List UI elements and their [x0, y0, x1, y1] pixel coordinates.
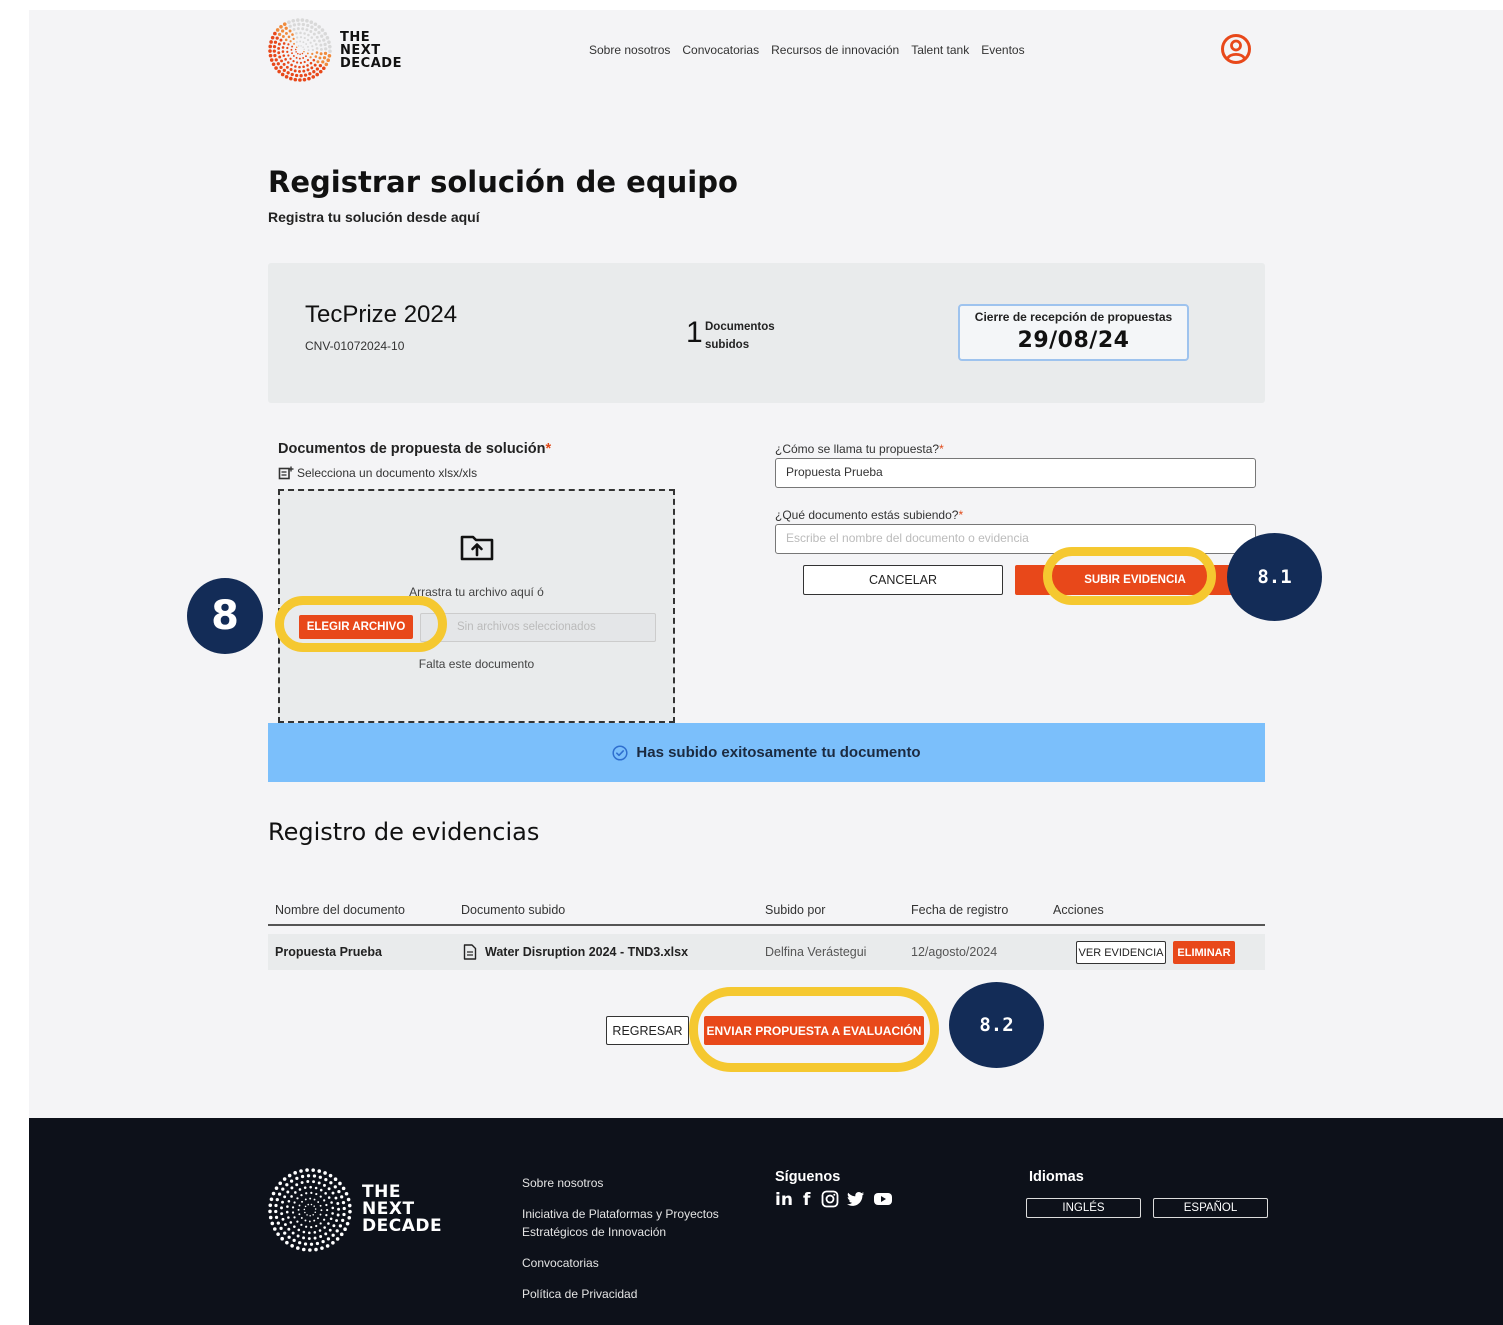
- add-document-icon: [278, 466, 294, 480]
- user-profile-icon[interactable]: [1220, 33, 1252, 65]
- footer-link-about[interactable]: Sobre nosotros: [522, 1174, 603, 1192]
- footer-languages-title: Idiomas: [1029, 1169, 1084, 1185]
- twitter-icon[interactable]: [847, 1191, 865, 1207]
- convocatoria-summary-card: TecPrize 2024 CNV-01072024-10 1 Document…: [268, 263, 1265, 403]
- footer-logo-decade: DECADE: [362, 1216, 443, 1236]
- cancel-button[interactable]: CANCELAR: [803, 565, 1003, 595]
- footer-link-initiative-2[interactable]: Estratégicos de Innovación: [522, 1223, 666, 1241]
- nav-eventos[interactable]: Eventos: [981, 43, 1024, 57]
- required-mark: *: [958, 508, 964, 522]
- row-date: 12/agosto/2024: [911, 945, 998, 959]
- footer-link-initiative-1[interactable]: Iniciativa de Plataformas y Proyectos: [522, 1205, 719, 1223]
- footer-logo-text[interactable]: THE NEXT DECADE: [362, 1184, 442, 1235]
- document-name-label-text: ¿Qué documento estás subiendo?: [775, 508, 959, 522]
- upload-hint: Selecciona un documento xlsx/xls: [278, 466, 477, 480]
- selected-file-status: Sin archivos seleccionados: [420, 613, 656, 642]
- documents-count: 1: [686, 316, 703, 349]
- proposal-name-label: ¿Cómo se llama tu propuesta?*: [775, 442, 944, 456]
- step-badge-8: 8: [187, 578, 263, 654]
- row-uploaded-by: Delfina Verástegui: [765, 945, 867, 959]
- success-message: Has subido exitosamente tu documento: [636, 744, 921, 761]
- view-evidence-button[interactable]: VER EVIDENCIA: [1076, 941, 1166, 964]
- back-button[interactable]: REGRESAR: [606, 1016, 689, 1045]
- column-header-file: Documento subido: [461, 903, 566, 917]
- convocatoria-code: CNV-01072024-10: [305, 339, 405, 353]
- row-document-name: Propuesta Prueba: [275, 945, 382, 959]
- check-circle-icon: [612, 744, 628, 761]
- evidence-section-title: Registro de evidencias: [268, 818, 540, 846]
- upload-hint-text: Selecciona un documento xlsx/xls: [297, 466, 478, 480]
- social-links: in f: [775, 1190, 893, 1208]
- nav-sobre-nosotros[interactable]: Sobre nosotros: [589, 43, 670, 57]
- youtube-icon[interactable]: [873, 1191, 893, 1207]
- nav-convocatorias[interactable]: Convocatorias: [682, 43, 759, 57]
- deadline-label: Cierre de recepción de propuestas: [974, 310, 1173, 324]
- proposal-name-label-text: ¿Cómo se llama tu propuesta?: [775, 442, 940, 456]
- folder-upload-icon: [460, 535, 494, 561]
- linkedin-icon[interactable]: in: [775, 1190, 795, 1208]
- choose-file-button[interactable]: ELEGIR ARCHIVO: [299, 615, 413, 639]
- instagram-icon[interactable]: [821, 1190, 839, 1208]
- deadline-date: 29/08/24: [1017, 328, 1130, 353]
- site-footer: THE NEXT DECADE Sobre nosotros Iniciativ…: [29, 1118, 1503, 1325]
- step-badge-8-2: 8.2: [949, 982, 1044, 1068]
- column-header-date: Fecha de registro: [911, 903, 1009, 917]
- column-header-name: Nombre del documento: [275, 903, 405, 917]
- facebook-icon[interactable]: f: [803, 1190, 813, 1208]
- upload-evidence-button[interactable]: SUBIR EVIDENCIA: [1015, 565, 1255, 595]
- logo-text-decade: DECADE: [340, 56, 402, 71]
- required-mark: *: [939, 442, 944, 456]
- svg-text:in: in: [775, 1190, 793, 1208]
- convocatoria-name: TecPrize 2024: [305, 301, 458, 328]
- table-header-divider: [268, 924, 1265, 926]
- documents-count-label: Documentos subidos: [705, 318, 775, 354]
- footer-follow-title: Síguenos: [775, 1169, 841, 1185]
- deadline-box: Cierre de recepción de propuestas 29/08/…: [958, 304, 1189, 361]
- delete-evidence-button[interactable]: ELIMINAR: [1173, 941, 1235, 964]
- required-mark: *: [545, 441, 552, 457]
- language-english-button[interactable]: INGLÉS: [1026, 1198, 1141, 1218]
- footer-link-privacy[interactable]: Política de Privacidad: [522, 1285, 637, 1303]
- step-badge-8-1: 8.1: [1227, 533, 1322, 621]
- document-name-label: ¿Qué documento estás subiendo?*: [775, 508, 963, 522]
- drag-drop-text: Arrastra tu archivo aquí ó: [409, 585, 544, 599]
- send-proposal-button[interactable]: ENVIAR PROPUESTA A EVALUACIÓN: [704, 1016, 924, 1045]
- footer-logo-dots-icon: [268, 1168, 352, 1252]
- footer-link-convocatorias[interactable]: Convocatorias: [522, 1254, 599, 1272]
- upload-section-title: Documentos de propuesta de solución*: [278, 441, 551, 457]
- column-header-uploaded-by: Subido por: [765, 903, 826, 917]
- page-subtitle: Registra tu solución desde aquí: [268, 209, 480, 225]
- success-banner: Has subido exitosamente tu documento: [268, 723, 1265, 782]
- nav-recursos[interactable]: Recursos de innovación: [771, 43, 899, 57]
- logo-dots-icon: [268, 18, 332, 82]
- column-header-actions: Acciones: [1053, 903, 1104, 917]
- missing-document-text: Falta este documento: [418, 657, 535, 671]
- file-icon: [463, 944, 477, 960]
- svg-text:f: f: [803, 1190, 811, 1208]
- page-title: Registrar solución de equipo: [268, 165, 738, 199]
- document-name-input[interactable]: Escribe el nombre del documento o eviden…: [775, 524, 1256, 554]
- documents-label-line1: Documentos: [705, 321, 775, 333]
- row-uploaded-file[interactable]: Water Disruption 2024 - TND3.xlsx: [485, 945, 688, 959]
- nav-talent-tank[interactable]: Talent tank: [911, 43, 969, 57]
- file-dropzone[interactable]: Arrastra tu archivo aquí ó ELEGIR ARCHIV…: [278, 489, 675, 723]
- documents-label-line2: subidos: [705, 339, 750, 351]
- language-spanish-button[interactable]: ESPAÑOL: [1153, 1198, 1268, 1218]
- proposal-name-input[interactable]: Propuesta Prueba: [775, 458, 1256, 488]
- site-logo[interactable]: THE NEXT DECADE: [268, 18, 438, 84]
- main-nav: Sobre nosotros Convocatorias Recursos de…: [589, 43, 1025, 57]
- upload-title-text: Documentos de propuesta de solución: [278, 441, 546, 457]
